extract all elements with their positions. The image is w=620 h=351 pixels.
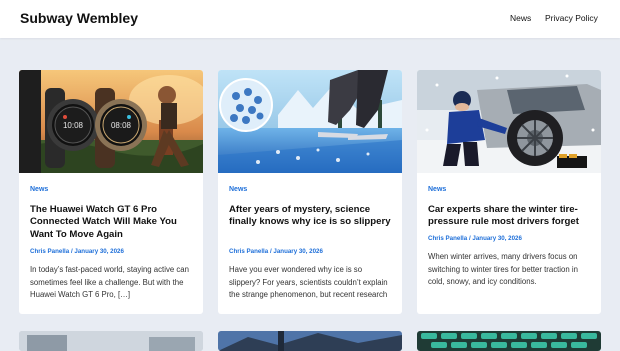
- pattern-icon: [417, 331, 601, 351]
- post-thumbnail-tire[interactable]: [417, 70, 601, 173]
- post-meta: Chris Panella / January 30, 2026: [229, 248, 323, 255]
- post-thumbnail-ice[interactable]: [218, 70, 402, 173]
- post-meta: Chris Panella / January 30, 2026: [30, 248, 124, 255]
- post-date-link[interactable]: January 30, 2026: [74, 248, 124, 255]
- ice-skater-icon: [218, 70, 402, 173]
- smartwatch-runner-icon: 10:08 08:08: [19, 70, 203, 173]
- post-date-link[interactable]: January 30, 2026: [472, 235, 522, 242]
- post-excerpt: When winter arrives, many drivers focus …: [428, 252, 578, 287]
- site-header: Subway Wembley News Privacy Policy: [0, 0, 620, 38]
- post-thumbnail-watch[interactable]: 10:08 08:08: [19, 70, 203, 173]
- svg-text:10:08: 10:08: [63, 121, 84, 130]
- svg-text:08:08: 08:08: [111, 121, 132, 130]
- post-author-link[interactable]: Chris Panella: [30, 248, 69, 255]
- post-author-link[interactable]: Chris Panella: [428, 235, 467, 242]
- post-excerpt: In today’s fast-paced world, staying act…: [30, 265, 189, 300]
- post-thumbnail-next[interactable]: [417, 331, 601, 351]
- post-card: 10:08 08:08 News The Huawei Watch GT 6 P…: [19, 70, 203, 314]
- post-thumbnail-next[interactable]: [19, 331, 203, 351]
- post-thumbnail-next[interactable]: [218, 331, 402, 351]
- site-title[interactable]: Subway Wembley: [20, 10, 138, 26]
- nav-item-privacy-policy[interactable]: Privacy Policy: [545, 13, 598, 23]
- post-title-link[interactable]: The Huawei Watch GT 6 Pro Connected Watc…: [30, 204, 194, 241]
- post-card: News Car experts share the winter tire-p…: [417, 70, 601, 314]
- post-meta: Chris Panella / January 30, 2026: [428, 235, 522, 242]
- post-category-link[interactable]: News: [30, 186, 48, 193]
- post-category-link[interactable]: News: [428, 186, 446, 193]
- landscape-icon: [19, 331, 203, 351]
- post-title-link[interactable]: After years of mystery, science finally …: [229, 204, 393, 229]
- post-category-link[interactable]: News: [229, 186, 247, 193]
- mountain-landscape-icon: [218, 331, 402, 351]
- post-title-link[interactable]: Car experts share the winter tire-pressu…: [428, 204, 592, 229]
- post-card: News After years of mystery, science fin…: [218, 70, 402, 314]
- nav-item-news[interactable]: News: [510, 13, 531, 23]
- post-excerpt: Have you ever wondered why ice is so sli…: [229, 265, 388, 300]
- post-date-link[interactable]: January 30, 2026: [273, 248, 323, 255]
- winter-tire-icon: [417, 70, 601, 173]
- post-author-link[interactable]: Chris Panella: [229, 248, 268, 255]
